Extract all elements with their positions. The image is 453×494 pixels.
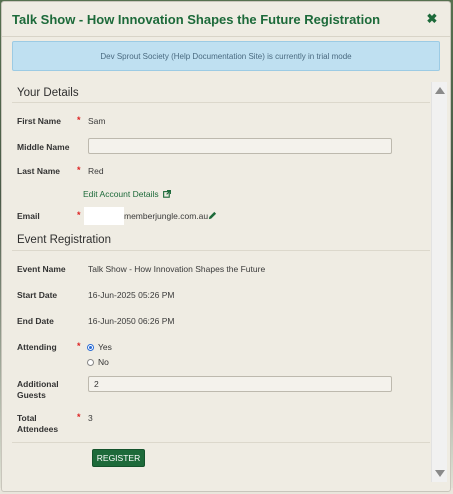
modal-body-scroll-area: Your Details First Name * Sam Middle Nam… [12,82,447,482]
divider [12,442,430,443]
your-details-heading: Your Details [17,87,79,99]
scroll-down-arrow-icon[interactable] [435,470,445,477]
email-label: Email [17,211,40,221]
middle-name-label: Middle Name [17,142,70,152]
email-value: memberjungle.com.au [124,211,209,221]
email-redaction [84,207,124,225]
event-name-value: Talk Show - How Innovation Shapes the Fu… [88,264,266,274]
start-date-value: 16-Jun-2025 05:26 PM [88,290,175,300]
middle-name-field[interactable] [88,138,392,154]
total-attendees-label-line2: Attendees [17,424,59,434]
total-attendees-label-line1: Total [17,413,37,423]
required-marker: * [77,412,81,422]
attending-no-option[interactable]: No [87,357,109,367]
event-name-label: Event Name [17,264,66,274]
additional-guests-label-line1: Additional [17,379,59,389]
event-registration-heading: Event Registration [17,234,111,246]
total-attendees-value: 3 [88,413,93,423]
attending-yes-option[interactable]: Yes [87,342,112,352]
pencil-icon[interactable] [208,211,217,220]
modal-title: Talk Show - How Innovation Shapes the Fu… [12,11,381,27]
scroll-up-arrow-icon[interactable] [435,87,445,94]
end-date-value: 16-Jun-2050 06:26 PM [88,316,175,326]
additional-guests-label: Additional Guests [17,379,59,401]
close-icon[interactable]: ✖ [424,11,440,27]
total-attendees-label: Total Attendees [17,413,58,435]
additional-guests-field[interactable] [88,376,392,392]
trial-mode-banner: Dev Sprout Society (Help Documentation S… [12,41,440,71]
last-name-label: Last Name [17,166,60,176]
end-date-label: End Date [17,316,54,326]
additional-guests-label-line2: Guests [17,390,46,400]
attending-no-radio[interactable] [87,358,94,366]
external-link-icon [163,190,171,198]
edit-account-details-label: Edit Account Details [83,189,159,199]
required-marker: * [77,341,81,351]
attending-yes-radio[interactable] [87,343,94,351]
attending-yes-label: Yes [98,342,112,352]
register-button[interactable]: REGISTER [92,449,145,467]
modal-header: Talk Show - How Innovation Shapes the Fu… [2,2,450,37]
vertical-scrollbar[interactable] [431,82,447,482]
attending-label: Attending [17,342,57,352]
modal-content: Your Details First Name * Sam Middle Nam… [12,82,430,482]
divider [12,250,430,251]
first-name-label: First Name [17,116,61,126]
first-name-value: Sam [88,116,106,126]
registration-modal: Talk Show - How Innovation Shapes the Fu… [1,1,451,492]
required-marker: * [77,210,81,220]
required-marker: * [77,115,81,125]
divider [12,102,430,103]
last-name-value: Red [88,166,104,176]
attending-no-label: No [98,357,109,367]
start-date-label: Start Date [17,290,58,300]
edit-account-details-link[interactable]: Edit Account Details [83,189,171,199]
required-marker: * [77,165,81,175]
scrollbar-thumb[interactable] [435,98,445,464]
